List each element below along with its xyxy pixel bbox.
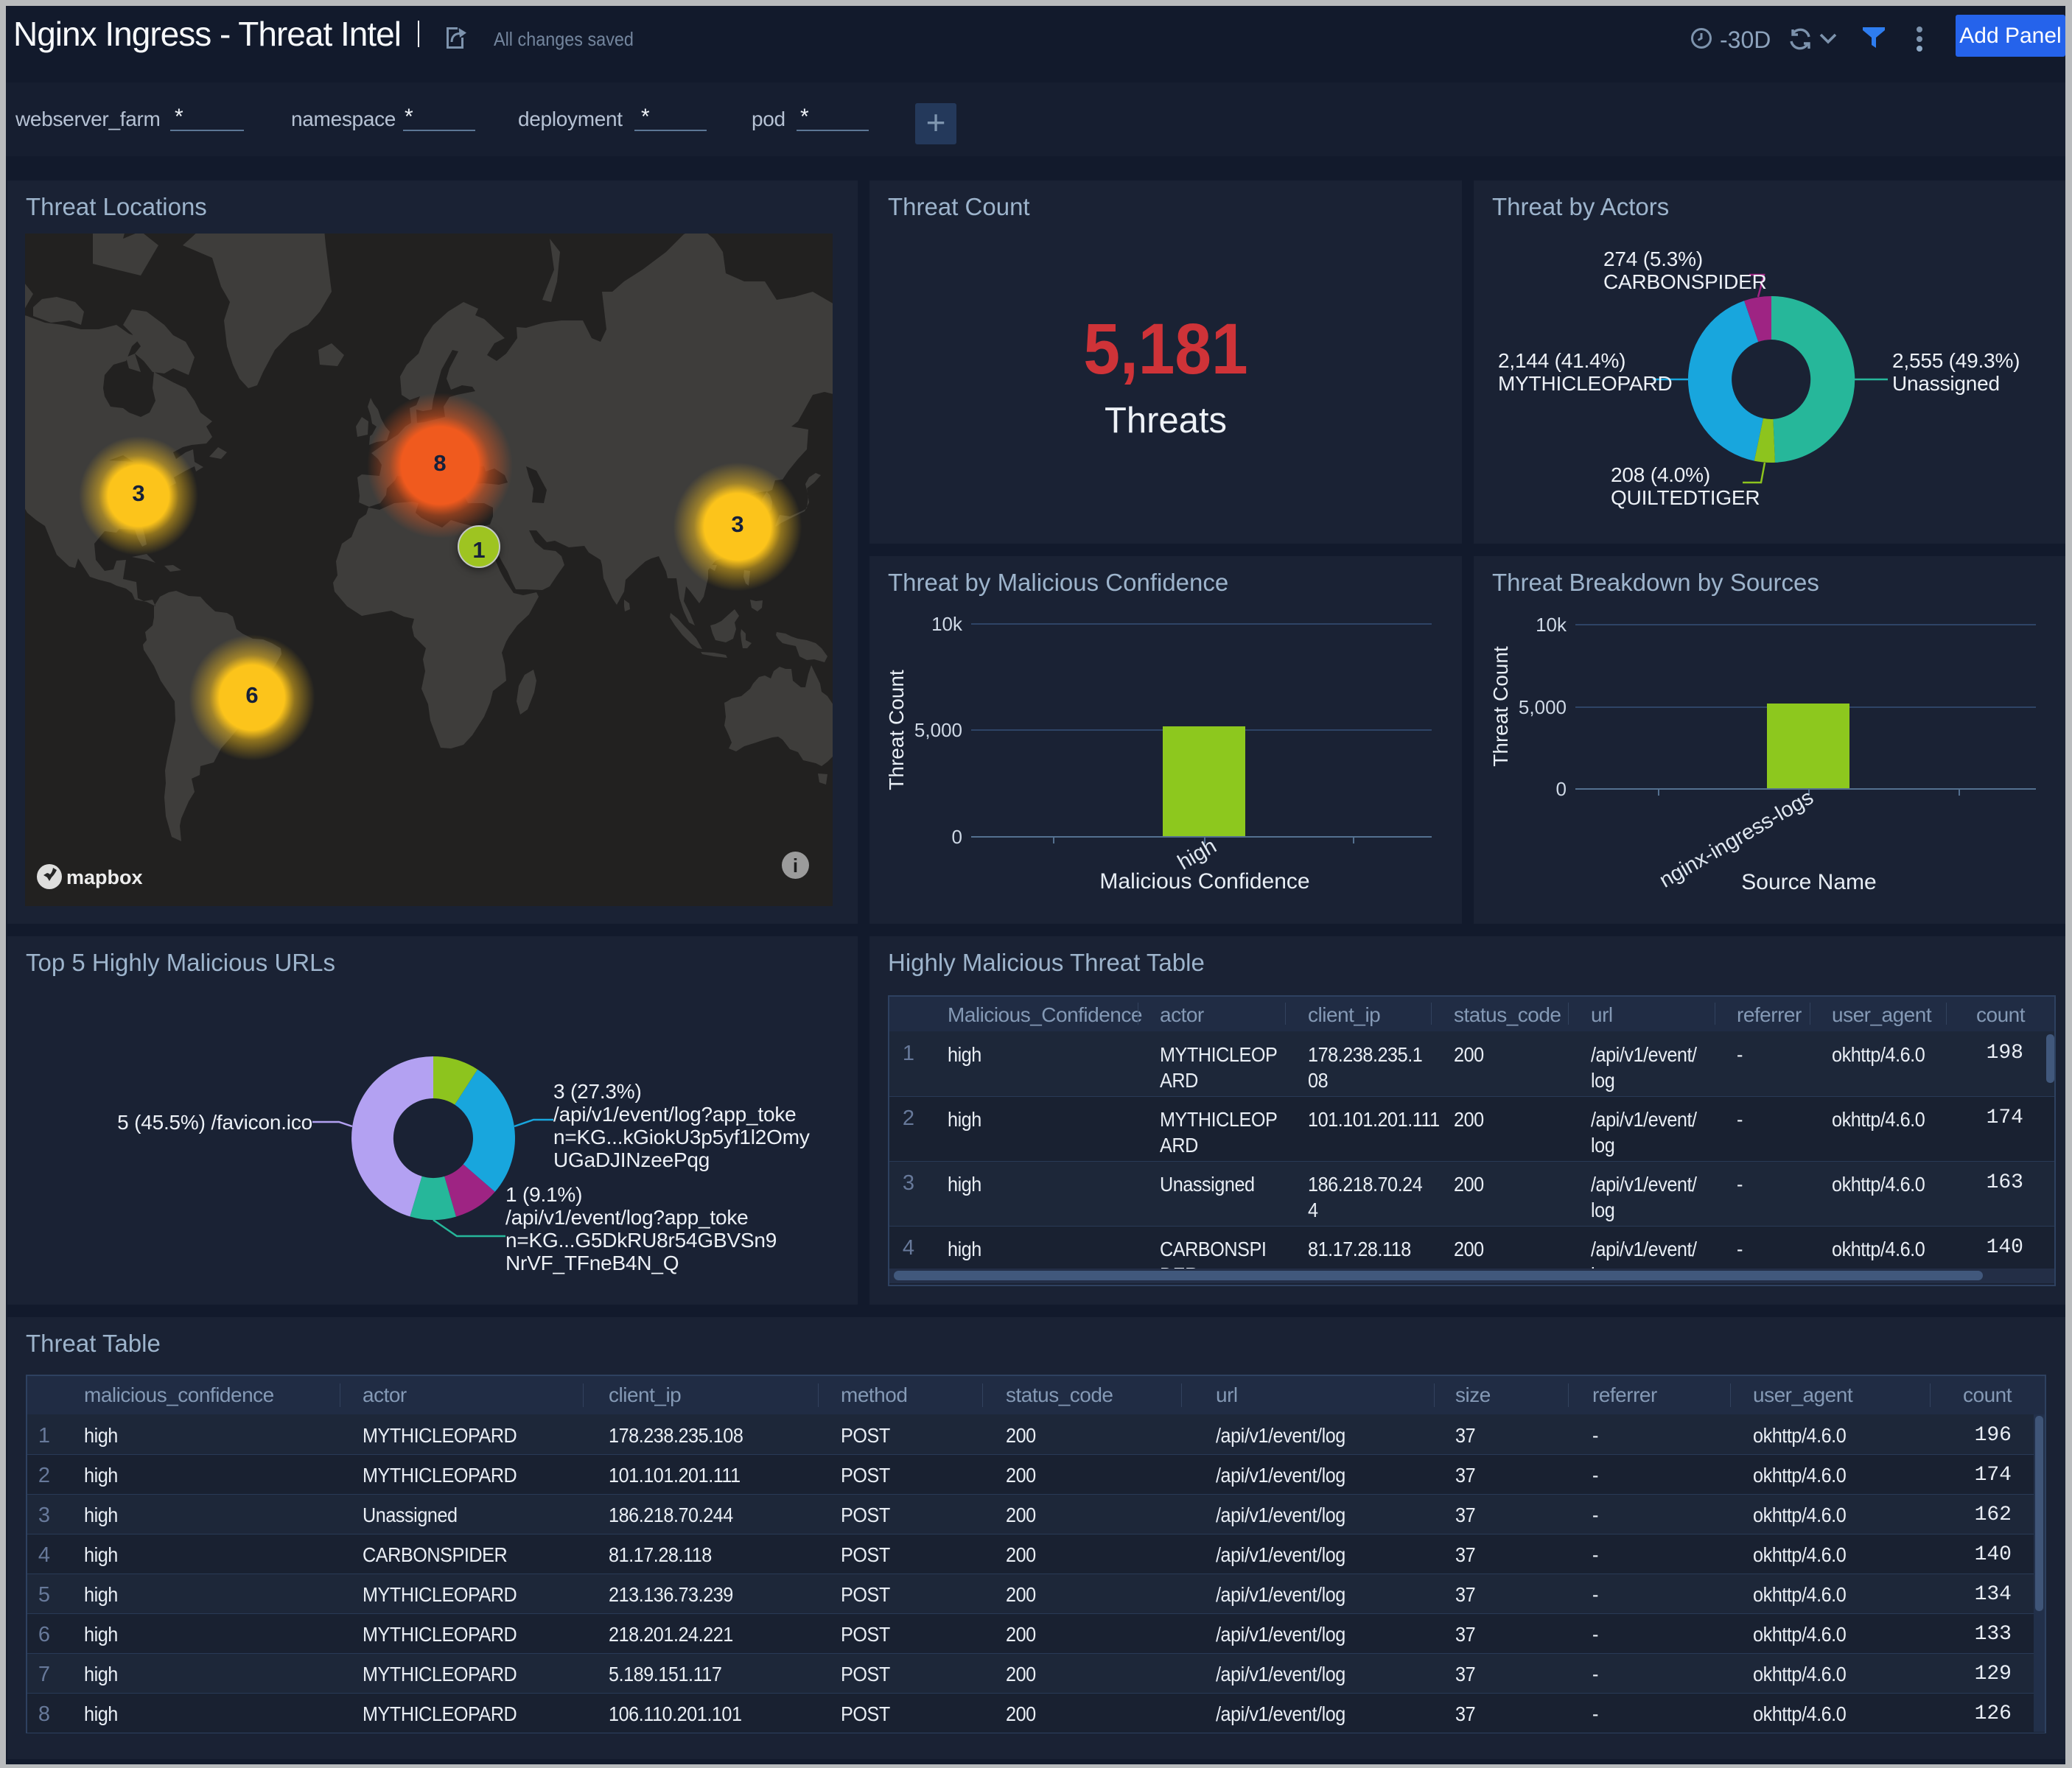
svg-text:10k: 10k [1536,614,1567,636]
svg-text:5,000: 5,000 [1519,696,1567,718]
svg-text:0: 0 [1556,778,1567,800]
svg-text:mapbox: mapbox [66,866,143,888]
svg-text:Malicious Confidence: Malicious Confidence [1099,869,1309,894]
svg-text:Threat Count: Threat Count [885,670,908,790]
svg-text:5,000: 5,000 [914,719,962,741]
svg-text:10k: 10k [931,613,963,635]
svg-text:Source Name: Source Name [1741,870,1876,894]
svg-text:0: 0 [952,826,962,848]
svg-text:Threat Count: Threat Count [1489,646,1512,767]
